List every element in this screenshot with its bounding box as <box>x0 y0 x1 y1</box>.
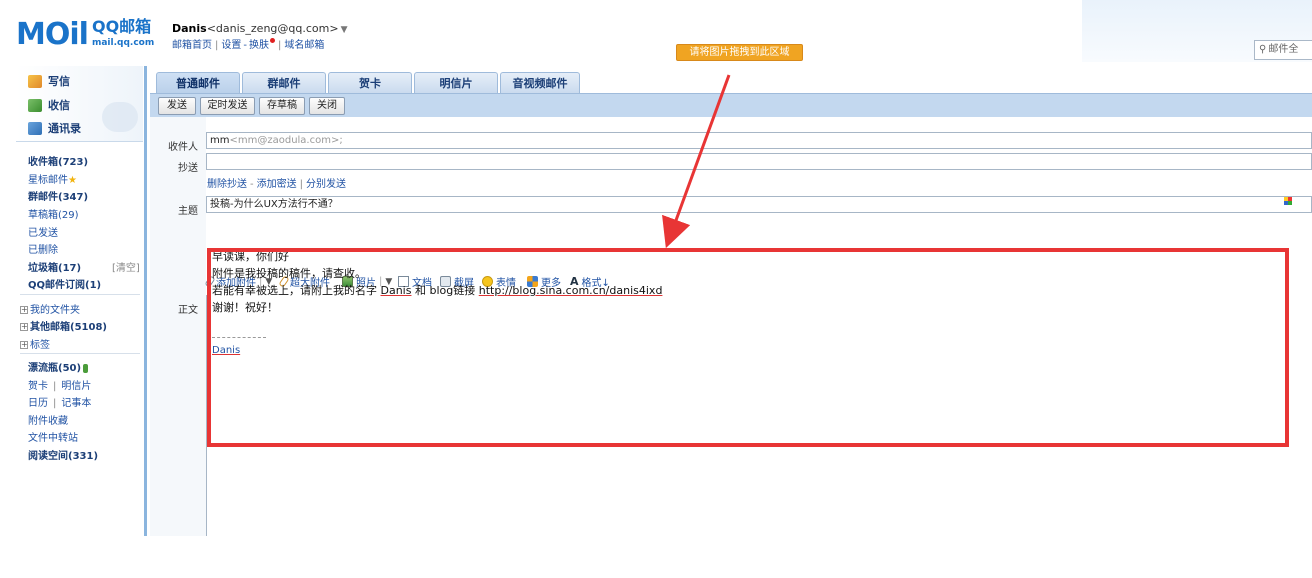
folder-spam[interactable]: 垃圾箱(17) [清空] <box>28 259 140 274</box>
add-bcc-link[interactable]: 添加密送 <box>257 179 297 190</box>
compose-toolbar: 发送 定时发送 存草稿 关闭 <box>150 93 1312 117</box>
qq-penguin-decoration <box>102 102 138 132</box>
highlight-box <box>207 248 1289 447</box>
tab-av-mail[interactable]: 音视频邮件 <box>500 72 580 94</box>
calendar-link[interactable]: 日历 <box>28 398 48 409</box>
logo-qq: QQ邮箱 <box>91 17 152 36</box>
timed-send-button[interactable]: 定时发送 <box>200 97 255 115</box>
bottle-icon <box>83 363 89 373</box>
body-label: 正文 <box>178 305 198 316</box>
card-link[interactable]: 贺卡 <box>28 381 48 392</box>
file-transfer-link[interactable]: 文件中转站 <box>28 429 78 444</box>
sidebar-actions: 写信 收信 通讯录 <box>16 66 143 142</box>
color-palette-icon[interactable] <box>1284 197 1292 205</box>
sidebar-divider <box>20 353 140 354</box>
send-button[interactable]: 发送 <box>158 97 196 115</box>
subject-label: 主题 <box>178 206 198 217</box>
cc-links: 删除抄送 - 添加密送 | 分别发送 <box>207 179 346 190</box>
cc-label: 抄送 <box>178 163 198 174</box>
folder-sent[interactable]: 已发送 <box>28 224 58 239</box>
contacts-icon <box>28 121 42 135</box>
empty-spam-link[interactable]: [清空] <box>112 259 140 274</box>
logo[interactable]: MOil QQ邮箱 mail.qq.com <box>16 18 154 50</box>
header-links: 邮箱首页 | 设置 - 换肤 | 域名邮箱 <box>172 38 325 51</box>
tab-greeting-card[interactable]: 贺卡 <box>328 72 412 94</box>
postcard-link[interactable]: 明信片 <box>61 381 91 392</box>
link-domain-mail[interactable]: 域名邮箱 <box>284 40 324 51</box>
notes-link[interactable]: 记事本 <box>61 398 91 409</box>
tree-my-folders[interactable]: + 我的文件夹 <box>20 301 80 316</box>
star-icon: ★ <box>68 175 77 186</box>
expand-icon[interactable]: + <box>20 323 28 331</box>
cards-row: 贺卡 | 明信片 <box>28 381 92 392</box>
logo-mail: MOil <box>16 17 89 52</box>
recipient-hint: <mm@zaodula.com>; <box>229 135 343 146</box>
image-drop-zone-banner[interactable]: 请将图片拖拽到此区域 <box>676 44 803 61</box>
folder-starred[interactable]: 星标邮件★ <box>28 171 77 186</box>
drift-bottle-link[interactable]: 漂流瓶(50) <box>28 359 89 374</box>
sidebar: 写信 收信 通讯录 收件箱(723) 星标邮件★ 群邮件(347) 草稿箱(29… <box>16 66 143 536</box>
inbox-check-button[interactable]: 收信 <box>28 97 70 113</box>
form-label-column <box>150 117 206 536</box>
link-skin[interactable]: 换肤 <box>249 40 269 51</box>
expand-icon[interactable]: + <box>20 341 28 349</box>
header: MOil QQ邮箱 mail.qq.com Danis<danis_zeng@q… <box>0 0 1312 62</box>
user-email: <danis_zeng@qq.com> <box>206 22 339 35</box>
folder-drafts[interactable]: 草稿箱(29) <box>28 206 79 221</box>
link-home[interactable]: 邮箱首页 <box>172 40 212 51</box>
contacts-button[interactable]: 通讯录 <box>28 120 81 136</box>
save-draft-button[interactable]: 存草稿 <box>259 97 305 115</box>
calendar-row: 日历 | 记事本 <box>28 398 92 409</box>
tab-normal-mail[interactable]: 普通邮件 <box>156 72 240 94</box>
tab-group-mail[interactable]: 群邮件 <box>242 72 326 94</box>
send-separately-link[interactable]: 分别发送 <box>306 179 346 190</box>
subject-field[interactable]: 投稿-为什么UX方法行不通？ <box>206 196 1312 213</box>
tab-postcard[interactable]: 明信片 <box>414 72 498 94</box>
folder-group[interactable]: 群邮件(347) <box>28 188 88 203</box>
tree-other-mailboxes[interactable]: + 其他邮箱(5108) <box>20 318 107 333</box>
account-dropdown-icon[interactable]: ▼ <box>341 25 348 35</box>
logo-url: mail.qq.com <box>91 38 155 48</box>
tree-tags[interactable]: + 标签 <box>20 336 50 351</box>
attachments-link[interactable]: 附件收藏 <box>28 412 68 427</box>
inbox-icon <box>28 98 42 112</box>
to-field[interactable]: mm<mm@zaodula.com>; <box>206 132 1312 149</box>
link-settings[interactable]: 设置 <box>221 40 241 51</box>
notification-dot-icon <box>269 38 275 43</box>
tab-bar: 普通邮件 群邮件 贺卡 明信片 音视频邮件 <box>150 66 1312 94</box>
folder-subscription[interactable]: QQ邮件订阅(1) <box>28 276 101 291</box>
compose-icon <box>28 74 42 88</box>
compose-button[interactable]: 写信 <box>28 73 70 89</box>
cc-field[interactable] <box>206 153 1312 170</box>
sidebar-border <box>144 66 147 536</box>
folder-deleted[interactable]: 已删除 <box>28 241 58 256</box>
folder-inbox[interactable]: 收件箱(723) <box>28 153 88 168</box>
remove-cc-link[interactable]: 删除抄送 <box>207 179 247 190</box>
user-name: Danis <box>172 22 207 35</box>
sidebar-divider <box>20 294 140 295</box>
search-icon: ⚲ <box>1259 44 1267 55</box>
close-button[interactable]: 关闭 <box>309 97 345 115</box>
reading-space-link[interactable]: 阅读空间(331) <box>28 447 98 462</box>
search-input[interactable]: ⚲ 邮件全 <box>1254 40 1312 60</box>
user-info: Danis<danis_zeng@qq.com> ▼ 邮箱首页 | 设置 - 换肤 | 域名邮… <box>172 21 348 53</box>
expand-icon[interactable]: + <box>20 306 28 314</box>
to-label: 收件人 <box>168 142 198 153</box>
